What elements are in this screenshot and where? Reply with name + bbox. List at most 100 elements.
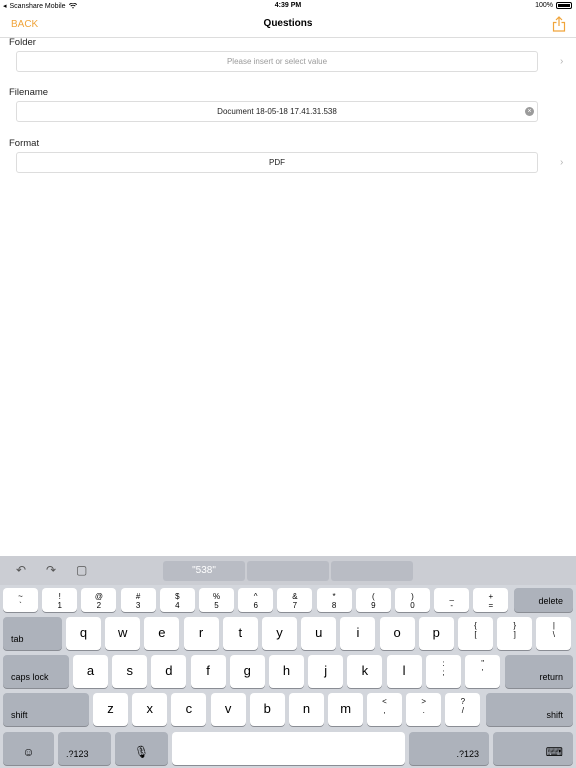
key-6[interactable]: ^ 6: [238, 588, 274, 612]
dismiss-keyboard-key[interactable]: ⌨: [493, 732, 573, 765]
filename-field[interactable]: Document 18-05-18 17.41.31.538 ×: [16, 101, 538, 122]
key-punct-1[interactable]: }]: [497, 617, 533, 650]
key-punct-2[interactable]: | \: [536, 617, 572, 650]
space-key[interactable]: [172, 732, 405, 765]
tab-key[interactable]: tab: [3, 617, 62, 650]
key-v[interactable]: v: [210, 693, 246, 726]
key-lower-label: 3: [135, 601, 141, 610]
key-j[interactable]: j: [308, 655, 344, 688]
filename-label: Filename: [9, 87, 49, 98]
share-icon[interactable]: [552, 16, 566, 32]
key-lower-label: .: [422, 706, 425, 715]
suggestion-2[interactable]: [247, 561, 329, 581]
format-field[interactable]: PDF: [16, 152, 538, 173]
key-u[interactable]: u: [301, 617, 337, 650]
delete-key[interactable]: delete: [514, 588, 573, 612]
key-e[interactable]: e: [144, 617, 180, 650]
key-0[interactable]: ~ `: [3, 588, 38, 612]
clear-icon[interactable]: ×: [525, 107, 534, 116]
key-1[interactable]: ! 1: [42, 588, 78, 612]
key-lower-label: 1: [57, 601, 62, 610]
key-label: i: [356, 625, 360, 640]
key-5[interactable]: % 5: [199, 588, 234, 612]
key-m[interactable]: m: [328, 693, 364, 726]
folder-chevron-icon[interactable]: ›: [560, 57, 566, 67]
key-lower-label: ,: [383, 706, 386, 715]
format-chevron-icon[interactable]: ›: [560, 158, 566, 168]
dictation-key[interactable]: 🎙: [115, 732, 168, 765]
key-q[interactable]: q: [66, 617, 101, 650]
shift-left-key[interactable]: shift: [3, 693, 89, 726]
key-g[interactable]: g: [229, 655, 265, 688]
battery-icon: [556, 2, 572, 9]
key-lower-label: 8: [331, 601, 337, 610]
key-9[interactable]: (9: [355, 588, 391, 612]
folder-field[interactable]: Please insert or select value: [16, 51, 538, 72]
key-z[interactable]: z: [93, 693, 128, 726]
key-d[interactable]: d: [151, 655, 187, 688]
key-12[interactable]: + =: [473, 588, 509, 612]
key-label: g: [243, 663, 251, 678]
key-punct-6[interactable]: >.: [406, 693, 442, 726]
key-punct-5[interactable]: <,: [367, 693, 402, 726]
key-f[interactable]: f: [190, 655, 226, 688]
key-7[interactable]: & 7: [277, 588, 313, 612]
key-punct-7[interactable]: ? /: [445, 693, 481, 726]
undo-icon[interactable]: ↶: [16, 564, 30, 576]
status-time: 4:39 PM: [274, 2, 302, 9]
key-2[interactable]: @2: [81, 588, 117, 612]
key-4[interactable]: $4: [159, 588, 195, 612]
key-label: tab: [11, 634, 24, 644]
key-t[interactable]: t: [222, 617, 258, 650]
key-upper-label: (: [371, 592, 375, 601]
key-lower-label: 7: [292, 601, 298, 610]
key-n[interactable]: n: [289, 693, 324, 726]
key-upper-label: }: [513, 621, 517, 630]
key-lower-label: ]: [513, 630, 516, 639]
key-upper-label: &: [292, 592, 298, 601]
key-b[interactable]: b: [249, 693, 285, 726]
key-w[interactable]: w: [105, 617, 141, 650]
emoji-key[interactable]: ☺: [3, 732, 54, 765]
key-8[interactable]: * 8: [316, 588, 352, 612]
redo-icon[interactable]: ↷: [46, 564, 60, 576]
key-y[interactable]: y: [262, 617, 297, 650]
key-p[interactable]: p: [418, 617, 454, 650]
key-11[interactable]: _ -: [434, 588, 470, 612]
paste-icon[interactable]: ▢: [76, 564, 90, 576]
key-o[interactable]: o: [379, 617, 415, 650]
key-lower-label: 9: [371, 601, 376, 610]
key-label: y: [276, 625, 283, 640]
key-upper-label: ": [481, 659, 485, 668]
suggestion-1[interactable]: "538": [163, 561, 245, 581]
key-k[interactable]: k: [347, 655, 383, 688]
key-x[interactable]: x: [132, 693, 168, 726]
key-upper-label: #: [135, 592, 141, 601]
key-s[interactable]: s: [112, 655, 148, 688]
app: ◂ Scanshare Mobile 4:39 PM 100% BACK Que…: [0, 0, 576, 768]
key-label: caps lock: [11, 672, 49, 682]
key-upper-label: >: [421, 697, 427, 706]
key-label: v: [224, 701, 232, 716]
key-lower-label: [: [474, 630, 477, 639]
key-i[interactable]: i: [340, 617, 376, 650]
emoji-icon: ☺: [22, 745, 35, 759]
key-punct-0[interactable]: {[: [458, 617, 493, 650]
key-3[interactable]: #3: [120, 588, 156, 612]
key-r[interactable]: r: [183, 617, 219, 650]
key-c[interactable]: c: [171, 693, 207, 726]
key-lower-label: ;: [442, 668, 445, 677]
key-punct-3[interactable]: :;: [426, 655, 461, 688]
key-h[interactable]: h: [269, 655, 304, 688]
return-key[interactable]: return: [505, 655, 573, 688]
numbers-left-key[interactable]: .?123: [58, 732, 111, 765]
key-10[interactable]: ) 0: [395, 588, 430, 612]
suggestion-3[interactable]: [331, 561, 413, 581]
key-upper-label: <: [382, 697, 387, 706]
key-a[interactable]: a: [73, 655, 108, 688]
shift-right-key[interactable]: shift: [486, 693, 573, 726]
numbers-right-key[interactable]: .?123: [409, 732, 489, 765]
key-punct-4[interactable]: " ': [465, 655, 501, 688]
key-l[interactable]: l: [386, 655, 422, 688]
caps-lock-key[interactable]: caps lock: [3, 655, 69, 688]
